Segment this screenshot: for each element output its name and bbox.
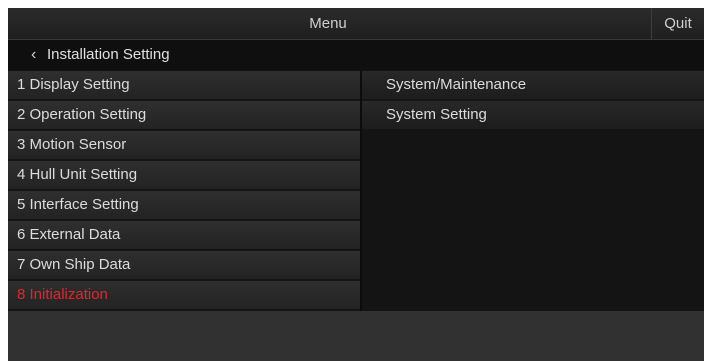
chevron-left-icon[interactable]: ‹ [31, 46, 36, 64]
submenu-item-system-maintenance[interactable]: System/Maintenance [362, 71, 704, 99]
left-menu-list: 1 Display Setting 2 Operation Setting 3 … [8, 71, 360, 311]
menu-item-interface-setting[interactable]: 5 Interface Setting [8, 191, 360, 219]
menu-item-hull-unit-setting[interactable]: 4 Hull Unit Setting [8, 161, 360, 189]
section-header: ‹ Installation Setting [8, 40, 704, 70]
bottom-bar [8, 311, 704, 361]
menu-panel: Menu Quit ‹ Installation Setting 1 Displ… [8, 8, 704, 361]
menu-item-operation-setting[interactable]: 2 Operation Setting [8, 101, 360, 129]
right-menu-list: System/Maintenance System Setting [362, 71, 704, 131]
submenu-item-system-setting[interactable]: System Setting [362, 101, 704, 129]
section-title: Installation Setting [47, 46, 170, 63]
quit-button[interactable]: Quit [651, 8, 704, 39]
menu-item-initialization[interactable]: 8 Initialization [8, 281, 360, 309]
menu-item-motion-sensor[interactable]: 3 Motion Sensor [8, 131, 360, 159]
top-bar: Menu Quit [8, 8, 704, 40]
menu-item-external-data[interactable]: 6 External Data [8, 221, 360, 249]
menu-item-display-setting[interactable]: 1 Display Setting [8, 71, 360, 99]
menu-title: Menu [309, 15, 347, 32]
menu-item-own-ship-data[interactable]: 7 Own Ship Data [8, 251, 360, 279]
